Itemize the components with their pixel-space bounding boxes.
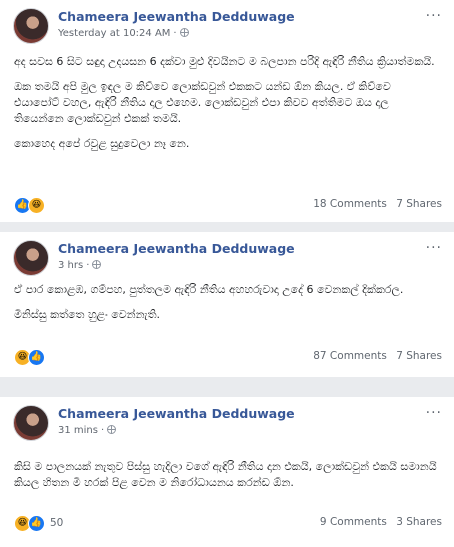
post-timestamp[interactable]: Yesterday at 10:24 AM <box>58 28 170 39</box>
more-options-icon[interactable]: ··· <box>426 241 442 255</box>
author-name[interactable]: Chameera Jeewantha Dedduwage <box>58 241 295 256</box>
author-avatar[interactable] <box>13 240 49 276</box>
reaction-count: 50 <box>50 517 64 529</box>
comments-count[interactable]: 87 Comments <box>313 350 387 362</box>
post-timestamp[interactable]: 31 mins <box>58 425 98 436</box>
post-meta: 3 hrs · <box>58 260 102 271</box>
post-stats: 9 Comments 3 Shares <box>320 516 442 528</box>
globe-icon <box>107 425 117 434</box>
shares-count[interactable]: 3 Shares <box>396 516 442 528</box>
comments-count[interactable]: 18 Comments <box>313 198 387 210</box>
post-footer: 👍 😆 18 Comments 7 Shares <box>14 196 442 216</box>
post-footer: 😆 👍 50 9 Comments 3 Shares <box>14 514 442 534</box>
reactions-summary[interactable]: 😆 👍 <box>14 348 45 366</box>
post-meta: Yesterday at 10:24 AM · <box>58 28 189 39</box>
globe-icon <box>92 260 102 269</box>
post-timestamp[interactable]: 3 hrs <box>58 260 83 271</box>
post-paragraph: අද සවස 6 සිට සඳුදා උදයසන 6 දක්වා මුළු දි… <box>14 55 435 68</box>
post-paragraph: ඒ පාර කොළඹ, ගම්පහ, පුත්තලම ඇඳිරි නීතිය අ… <box>14 283 404 296</box>
shares-count[interactable]: 7 Shares <box>396 198 442 210</box>
globe-icon <box>179 28 189 37</box>
post-paragraph: කිසි ම පාලනයක් නැතුව පිස්සු හැදිලා වගේ ඇ… <box>14 460 437 489</box>
more-options-icon[interactable]: ··· <box>426 9 442 23</box>
post-card: Chameera Jeewantha Dedduwage Yesterday a… <box>0 0 454 222</box>
post-paragraph: මිනිස්සු කත්තෙ හුළං වෙන්නැති. <box>14 308 161 321</box>
reactions-summary[interactable]: 😆 👍 50 <box>14 514 63 532</box>
post-paragraph: ඔක තමයි අපි මුල ඉඳල ම කිව්වෙ ලොක්ඩවුන් එ… <box>14 80 391 125</box>
post-stats: 18 Comments 7 Shares <box>313 198 442 210</box>
post-text: අද සවස 6 සිට සඳුදා උදයසන 6 දක්වා මුළු දි… <box>14 54 439 161</box>
more-options-icon[interactable]: ··· <box>426 406 442 420</box>
post-card: Chameera Jeewantha Dedduwage 3 hrs · ··· … <box>0 232 454 377</box>
author-name[interactable]: Chameera Jeewantha Dedduwage <box>58 406 295 421</box>
post-stats: 87 Comments 7 Shares <box>313 350 442 362</box>
post-text: ඒ පාර කොළඹ, ගම්පහ, පුත්තලම ඇඳිරි නීතිය අ… <box>14 282 439 332</box>
post-meta: 31 mins · <box>58 425 117 436</box>
post-paragraph: කොහෙද අපේ රවුළ සුදුවෙලා නෑ නෙ. <box>14 137 190 150</box>
author-name[interactable]: Chameera Jeewantha Dedduwage <box>58 9 295 24</box>
post-card: Chameera Jeewantha Dedduwage 31 mins · ··… <box>0 397 454 547</box>
post-text: කිසි ම පාලනයක් නැතුව පිස්සු හැදිලා වගේ ඇ… <box>14 459 439 500</box>
haha-reaction-icon: 😆 <box>28 196 45 214</box>
reactions-summary[interactable]: 👍 😆 <box>14 196 45 214</box>
post-footer: 😆 👍 87 Comments 7 Shares <box>14 348 442 368</box>
comments-count[interactable]: 9 Comments <box>320 516 387 528</box>
like-reaction-icon: 👍 <box>28 348 45 366</box>
author-avatar[interactable] <box>13 8 49 44</box>
like-reaction-icon: 👍 <box>28 514 45 532</box>
shares-count[interactable]: 7 Shares <box>396 350 442 362</box>
author-avatar[interactable] <box>13 405 49 441</box>
